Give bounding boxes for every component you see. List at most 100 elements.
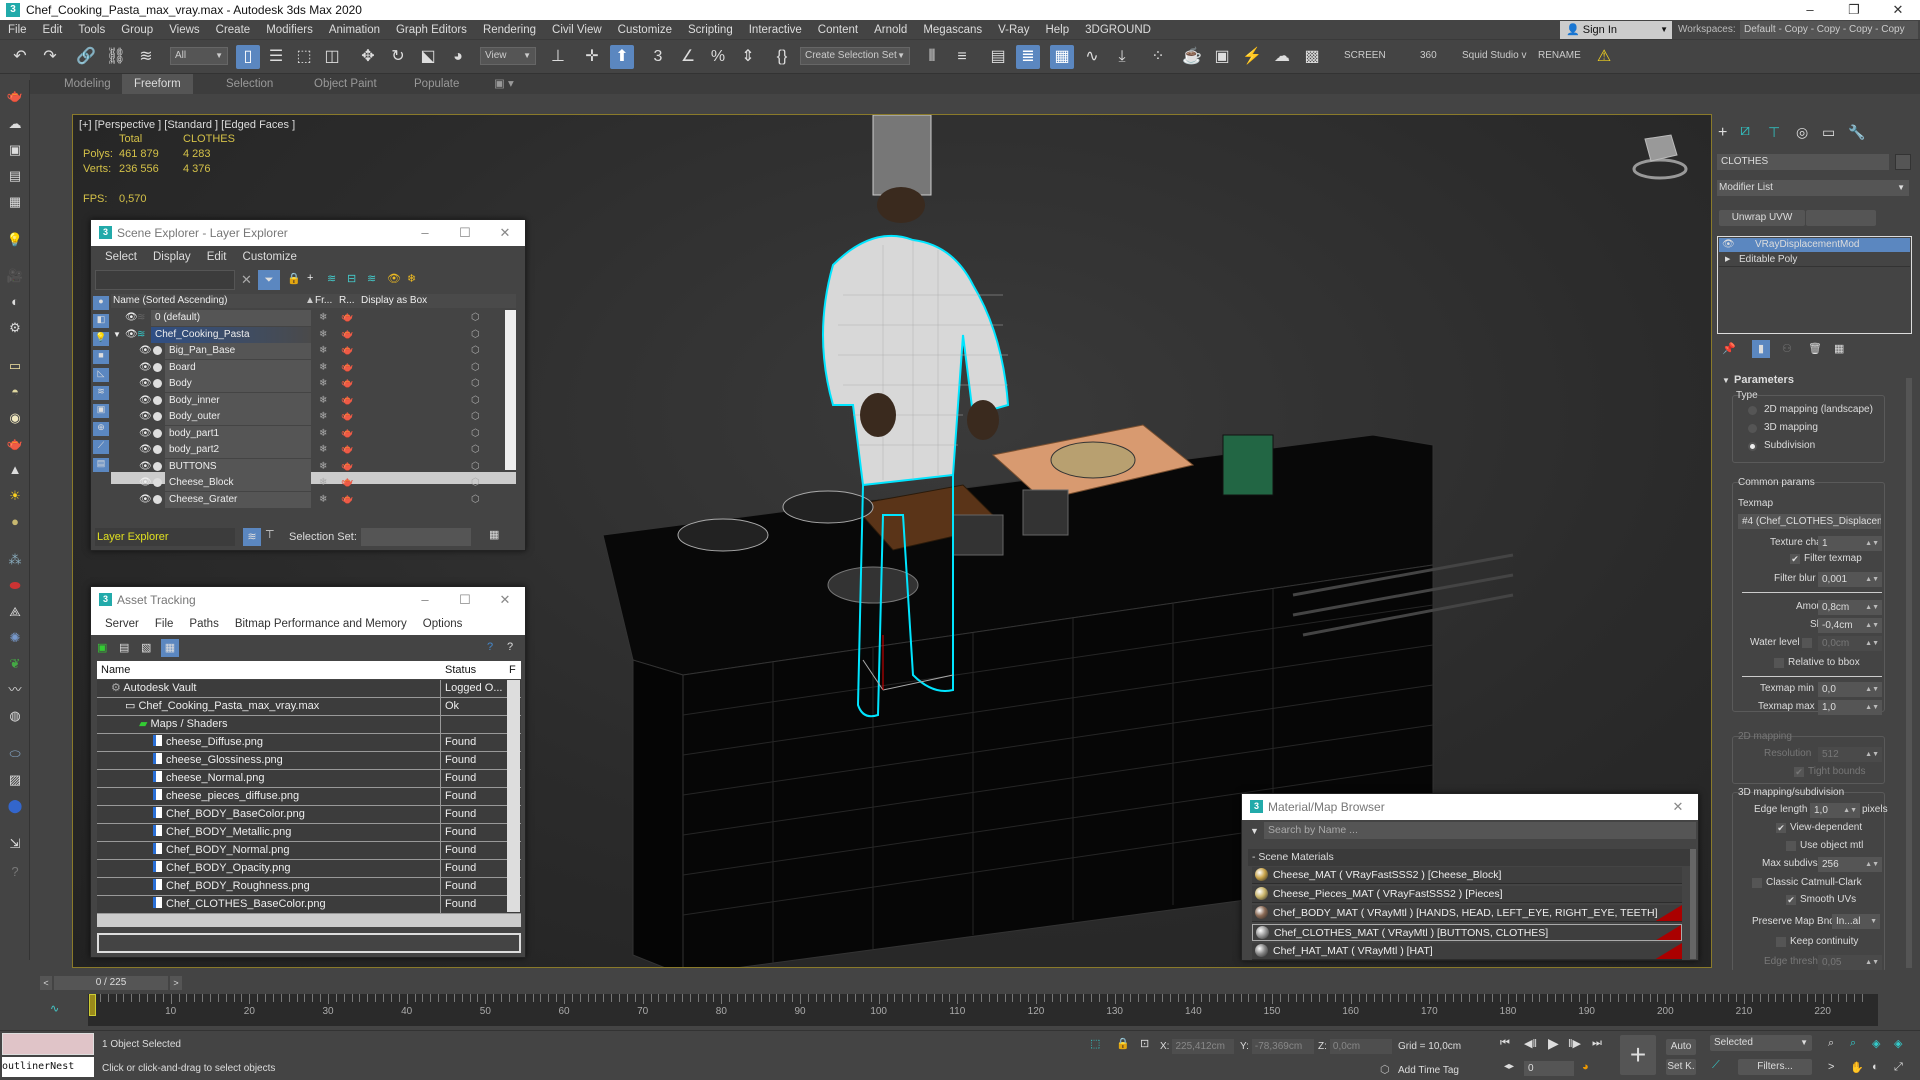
freeze-layer-icon[interactable]: ❄ — [407, 272, 416, 285]
menu-megascans[interactable]: Megascans — [915, 20, 990, 40]
preserve-map-dropdown[interactable]: In...al ▼ — [1832, 914, 1880, 929]
column-renderable[interactable]: R... — [339, 294, 355, 308]
column-full-path[interactable]: F — [509, 661, 516, 679]
teapot-icon[interactable]: 🫖 — [5, 86, 25, 106]
water-level-spinner[interactable]: 0,0cm ▲▼ — [1818, 636, 1882, 651]
light-icon[interactable]: 💡 — [5, 230, 25, 250]
go-to-start-icon[interactable]: ⏮ — [1500, 1037, 1510, 1050]
maxscript-listener-output[interactable] — [2, 1033, 94, 1055]
tab-selection[interactable]: Selection — [214, 74, 285, 94]
frozen-icon[interactable]: ❄ — [319, 393, 327, 409]
bones-filter-icon[interactable]: ⟋ — [93, 440, 109, 454]
spinner-arrows-icon[interactable]: ▲▼ — [1865, 682, 1879, 697]
xrefs-filter-icon[interactable]: ⊕ — [93, 422, 109, 436]
spinner-arrows-icon[interactable]: ▲▼ — [1865, 955, 1879, 970]
empty-modifier-button[interactable] — [1806, 210, 1876, 226]
shapes-filter-icon[interactable]: ◧ — [93, 314, 109, 328]
radio-subdivision[interactable] — [1748, 442, 1757, 451]
menu-edit[interactable]: Edit — [35, 20, 71, 40]
asset-row[interactable]: Chef_BODY_Opacity.png Found — [97, 860, 521, 878]
tab-modeling[interactable]: Modeling — [52, 74, 123, 94]
display-as-box-icon[interactable]: ⬡ — [471, 409, 480, 425]
asset-row[interactable]: cheese_Glossiness.png Found — [97, 752, 521, 770]
vray-physical-camera-icon[interactable]: ◐ — [5, 292, 25, 312]
scene-explorer-titlebar[interactable]: 3 Scene Explorer - Layer Explorer – ☐ ✕ — [91, 220, 525, 246]
track-bar[interactable]: 0102030405060708090100110120130140150160… — [88, 994, 1878, 1026]
texture-chan-spinner[interactable]: 1 ▲▼ — [1818, 536, 1882, 551]
parameters-rollout-title[interactable]: Parameters — [1734, 374, 1794, 386]
table-view-icon[interactable]: ▦ — [161, 639, 179, 657]
spacewarps-filter-icon[interactable]: ≋ — [93, 386, 109, 400]
display-as-box-icon[interactable]: ⬡ — [471, 492, 480, 508]
keyboard-shortcut-toggle-icon[interactable]: ⬆ — [610, 45, 634, 69]
go-to-end-icon[interactable]: ⏭ — [1592, 1037, 1602, 1050]
next-frame-button[interactable]: > — [170, 976, 182, 990]
edit-named-selection-icon[interactable]: {} — [770, 45, 794, 69]
object-color-swatch[interactable] — [1895, 154, 1911, 170]
set-key-icon[interactable]: + — [1620, 1035, 1656, 1075]
clear-search-icon[interactable]: ✕ — [241, 272, 252, 288]
zoom-icon[interactable]: ⌕ — [1828, 1037, 1834, 1050]
explorer-row[interactable]: 👁 BUTTONS ❄ 🫖 ⬡ — [111, 458, 516, 475]
move-icon[interactable]: ✥ — [356, 45, 380, 69]
set-key-button[interactable]: Set K. — [1666, 1059, 1696, 1075]
utilities-tab-icon[interactable]: 🔧 — [1848, 124, 1865, 141]
time-configuration-icon[interactable]: ◕ — [1582, 1061, 1589, 1073]
spinner-arrows-icon[interactable]: ▲▼ — [1865, 857, 1879, 872]
menu-graph-editors[interactable]: Graph Editors — [388, 20, 475, 40]
menu-display[interactable]: Display — [145, 251, 199, 263]
display-as-box-icon[interactable]: ⬡ — [471, 459, 480, 475]
window-crossing-icon[interactable]: ◫ — [320, 45, 344, 69]
geometry-filter-icon[interactable]: ● — [93, 296, 109, 310]
vray-ambient-light-icon[interactable]: ● — [5, 512, 25, 532]
camera-icon[interactable]: 🎥 — [5, 266, 25, 286]
scale-icon[interactable]: ⬕ — [416, 45, 440, 69]
key-mode-toggle-icon[interactable]: ◂▸ — [1504, 1061, 1514, 1072]
maximize-button[interactable]: ❐ — [1832, 0, 1876, 20]
asset-row[interactable]: cheese_Diffuse.png Found — [97, 734, 521, 752]
selection-filter-dropdown[interactable]: All ▼ — [170, 47, 228, 65]
stack-item-vraydisplacementmod[interactable]: 👁 VRayDisplacementMod — [1719, 238, 1910, 252]
grid-panel-icon[interactable]: ▦ — [5, 192, 25, 212]
scene-explorer-toggle-icon[interactable]: ▤ — [986, 45, 1010, 69]
expand-arrow-icon[interactable]: ▶ — [1725, 253, 1730, 267]
column-status[interactable]: Status — [445, 661, 476, 679]
vray-scatter-icon[interactable]: ❦ — [5, 654, 25, 674]
orbit-icon[interactable]: ◐ — [1872, 1061, 1879, 1073]
bind-space-warp-icon[interactable]: ≋ — [134, 45, 158, 69]
visibility-eye-icon[interactable]: 👁 — [139, 376, 152, 392]
menu-customize[interactable]: Customize — [610, 20, 680, 40]
menu-file[interactable]: File — [0, 20, 35, 40]
menu-customize[interactable]: Customize — [235, 251, 305, 263]
frozen-icon[interactable]: ❄ — [319, 310, 327, 326]
frozen-icon[interactable]: ❄ — [319, 376, 327, 392]
frozen-icon[interactable]: ❄ — [319, 426, 327, 442]
close-button[interactable]: ✕ — [485, 587, 525, 613]
menu-create[interactable]: Create — [208, 20, 259, 40]
use-object-mtl-checkbox[interactable] — [1786, 841, 1796, 851]
visibility-eye-icon[interactable]: 👁 — [125, 327, 138, 343]
refresh-icon[interactable]: ▣ — [97, 641, 107, 654]
display-as-box-icon[interactable]: ⬡ — [471, 475, 480, 491]
smooth-uvs-checkbox[interactable]: ✔ — [1786, 895, 1796, 905]
menu-3dground[interactable]: 3DGROUND — [1077, 20, 1159, 40]
tab-freeform[interactable]: Freeform — [122, 74, 193, 94]
link-icon[interactable]: 🔗 — [74, 45, 98, 69]
explorer-row[interactable]: 👁 Body_outer ❄ 🫖 ⬡ — [111, 409, 516, 425]
keep-continuity-checkbox[interactable] — [1776, 937, 1786, 947]
export-icon[interactable]: ⇲ — [5, 834, 25, 854]
explorer-row[interactable]: 👁 Body_inner ❄ 🫖 ⬡ — [111, 392, 516, 409]
menu-server[interactable]: Server — [97, 618, 147, 630]
menu-options[interactable]: Options — [415, 618, 471, 630]
explorer-mode-dropdown[interactable]: Layer Explorer — [95, 528, 235, 546]
angle-snap-icon[interactable]: ∠ — [676, 45, 700, 69]
material-row[interactable]: Chef_BODY_MAT ( VRayMtl ) [HANDS, HEAD, … — [1252, 905, 1682, 922]
auto-key-button[interactable]: Auto — [1666, 1039, 1696, 1055]
hierarchy-tab-icon[interactable]: ⊤ — [1768, 124, 1780, 141]
render-window-icon[interactable]: ▨ — [5, 770, 25, 790]
unlink-icon[interactable]: ⛓ — [104, 45, 128, 69]
thumbnail-view-icon[interactable]: ▧ — [141, 641, 151, 654]
selection-lock-icon[interactable]: 🔒 — [1116, 1037, 1130, 1050]
frozen-icon[interactable]: ❄ — [319, 459, 327, 475]
radio-3d-mapping[interactable] — [1748, 424, 1757, 433]
